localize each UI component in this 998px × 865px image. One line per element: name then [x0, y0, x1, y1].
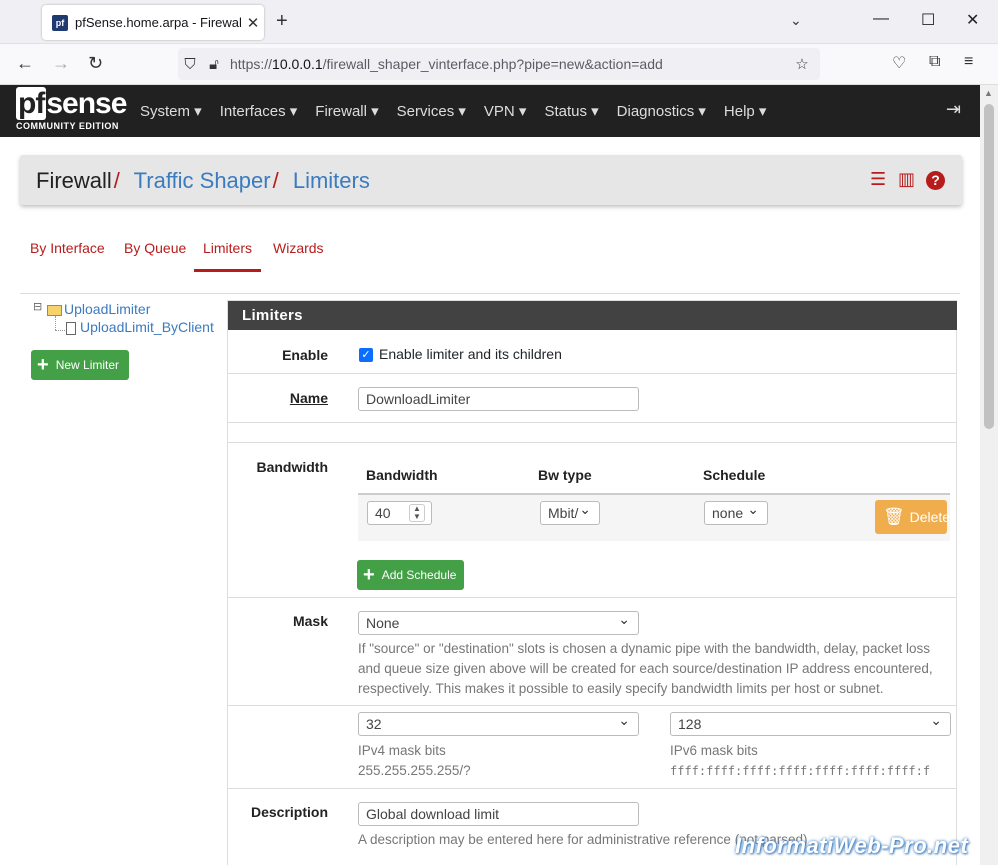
- minimize-icon[interactable]: —: [873, 10, 889, 28]
- plus-icon: +: [363, 564, 375, 586]
- url-prefix: https://: [230, 56, 273, 72]
- description-input[interactable]: Global download limit: [358, 802, 639, 826]
- row-divider: [228, 705, 957, 706]
- pfsense-logo[interactable]: pfsense COMMUNITY EDITION: [16, 87, 127, 131]
- breadcrumb-limiters[interactable]: Limiters: [293, 168, 370, 193]
- ipv6-mask-select[interactable]: 128: [670, 712, 951, 736]
- ipv6-mask-label: IPv6 mask bits: [670, 743, 758, 758]
- pocket-icon[interactable]: ♡: [892, 53, 906, 73]
- menu-vpn[interactable]: VPN ▾: [484, 102, 527, 120]
- tree-expander-icon[interactable]: ⊟: [33, 300, 42, 313]
- extensions-icon[interactable]: ⧉: [929, 53, 940, 71]
- row-divider: [228, 788, 957, 789]
- pfsense-navbar: pfsense COMMUNITY EDITION System ▾ Inter…: [0, 85, 980, 137]
- tab-list-chevron-icon[interactable]: ⌄: [790, 12, 802, 29]
- scrollbar-thumb[interactable]: [984, 104, 994, 429]
- row-divider: [228, 597, 957, 598]
- column-bw-type: Bw type: [538, 467, 592, 483]
- description-label: Description: [250, 804, 328, 820]
- row-divider: [228, 422, 957, 423]
- tree-connector: [55, 330, 65, 331]
- row-divider: [228, 442, 957, 443]
- panel-title: Limiters: [228, 301, 957, 330]
- menu-services[interactable]: Services ▾: [397, 102, 466, 120]
- tab-by-queue[interactable]: By Queue: [124, 240, 186, 256]
- menu-diagnostics[interactable]: Diagnostics ▾: [617, 102, 706, 120]
- column-bandwidth: Bandwidth: [366, 467, 438, 483]
- menu-interfaces[interactable]: Interfaces ▾: [220, 102, 298, 120]
- name-label: Name: [289, 390, 328, 406]
- sub-tabs: By Interface By Queue Limiters Wizards: [20, 228, 960, 294]
- browser-tab[interactable]: pf pfSense.home.arpa - Firewall: Tr ✕: [42, 5, 264, 40]
- tracking-shield-icon[interactable]: ⛉: [178, 56, 202, 73]
- reload-icon[interactable]: ↻: [88, 53, 103, 74]
- ipv4-mask-hint: 255.255.255.255/?: [358, 763, 471, 778]
- folder-icon: [47, 304, 62, 316]
- row-divider: [228, 373, 957, 374]
- browser-tabbar: pf pfSense.home.arpa - Firewall: Tr ✕ + …: [0, 0, 998, 44]
- forward-icon[interactable]: →: [52, 53, 70, 74]
- menu-help[interactable]: Help ▾: [724, 102, 767, 120]
- plus-icon: +: [37, 354, 49, 376]
- schedule-select[interactable]: none: [704, 501, 768, 525]
- back-icon[interactable]: ←: [16, 53, 34, 74]
- bandwidth-row: [358, 495, 950, 541]
- enable-checkbox-text[interactable]: Enable limiter and its children: [379, 346, 562, 362]
- window-close-icon[interactable]: ✕: [966, 10, 979, 30]
- ipv4-mask-select[interactable]: 32: [358, 712, 639, 736]
- pfsense-favicon-icon: pf: [52, 14, 68, 31]
- tab-by-interface[interactable]: By Interface: [30, 240, 105, 256]
- tree-item-uploadlimit-byclient[interactable]: UploadLimit_ByClient: [66, 319, 214, 335]
- stepper-icon[interactable]: ▲ ▼: [409, 504, 425, 522]
- column-schedule: Schedule: [703, 467, 766, 483]
- bar-chart-icon[interactable]: ▥: [898, 169, 915, 190]
- mask-label: Mask: [292, 613, 328, 629]
- file-icon: [66, 321, 76, 335]
- breadcrumb-traffic-shaper[interactable]: Traffic Shaper: [134, 168, 271, 193]
- name-input[interactable]: DownloadLimiter: [358, 387, 639, 411]
- mask-select[interactable]: None: [358, 611, 639, 635]
- delete-button[interactable]: 🗑︎ Delete: [875, 500, 950, 534]
- tab-limiters[interactable]: Limiters: [194, 240, 262, 272]
- close-tab-icon[interactable]: ✕: [242, 14, 264, 32]
- url-bar[interactable]: ⛉ 🔓︎ https://10.0.0.1/firewall_shaper_vi…: [178, 48, 820, 80]
- lock-icon[interactable]: 🔓︎: [202, 56, 226, 73]
- menu-firewall[interactable]: Firewall ▾: [315, 102, 378, 120]
- sliders-icon[interactable]: ☰: [870, 169, 886, 190]
- tree-connector: [55, 316, 56, 330]
- limiters-panel: Limiters Enable ✓ Enable limiter and its…: [227, 300, 957, 865]
- help-icon[interactable]: ?: [926, 171, 945, 190]
- scroll-up-icon[interactable]: ▲: [984, 88, 993, 98]
- url-host: 10.0.0.1: [272, 56, 323, 72]
- add-schedule-button[interactable]: + Add Schedule: [357, 560, 464, 590]
- new-limiter-button[interactable]: + New Limiter: [31, 350, 129, 380]
- mask-help-text: If "source" or "destination" slots is ch…: [358, 641, 933, 696]
- ipv4-mask-label: IPv4 mask bits: [358, 743, 446, 758]
- bandwidth-label: Bandwidth: [256, 459, 328, 475]
- ipv6-mask-hint: ffff:ffff:ffff:ffff:ffff:ffff:ffff:f: [670, 764, 931, 778]
- tab-title: pfSense.home.arpa - Firewall: Tr: [75, 15, 242, 30]
- breadcrumb-firewall: Firewall: [36, 168, 112, 193]
- menu-status[interactable]: Status ▾: [544, 102, 598, 120]
- new-tab-icon[interactable]: +: [276, 10, 288, 33]
- url-path: /firewall_shaper_vinterface.php?pipe=new…: [322, 56, 663, 72]
- maximize-icon[interactable]: ☐: [921, 10, 935, 30]
- tab-wizards[interactable]: Wizards: [273, 240, 324, 256]
- enable-label: Enable: [282, 347, 328, 363]
- trash-icon: 🗑︎: [883, 507, 905, 526]
- bw-type-select[interactable]: Mbit/: [540, 501, 600, 525]
- logo-edition: COMMUNITY EDITION: [16, 121, 119, 131]
- main-menu: System ▾ Interfaces ▾ Firewall ▾ Service…: [140, 85, 784, 137]
- enable-checkbox[interactable]: ✓: [359, 348, 373, 362]
- bookmark-star-icon[interactable]: ☆: [790, 55, 814, 73]
- menu-system[interactable]: System ▾: [140, 102, 202, 120]
- breadcrumb: Firewall/ Traffic Shaper/ Limiters ☰ ▥ ?: [20, 155, 962, 205]
- menu-hamburger-icon[interactable]: ≡: [964, 53, 973, 71]
- watermark-logo: InformatiWeb-Pro.net: [735, 833, 969, 858]
- tree-item-uploadlimiter[interactable]: UploadLimiter: [47, 301, 150, 317]
- logout-icon[interactable]: ⇥: [946, 99, 961, 120]
- browser-navbar: ← → ↻ ⛉ 🔓︎ https://10.0.0.1/firewall_sha…: [0, 44, 998, 85]
